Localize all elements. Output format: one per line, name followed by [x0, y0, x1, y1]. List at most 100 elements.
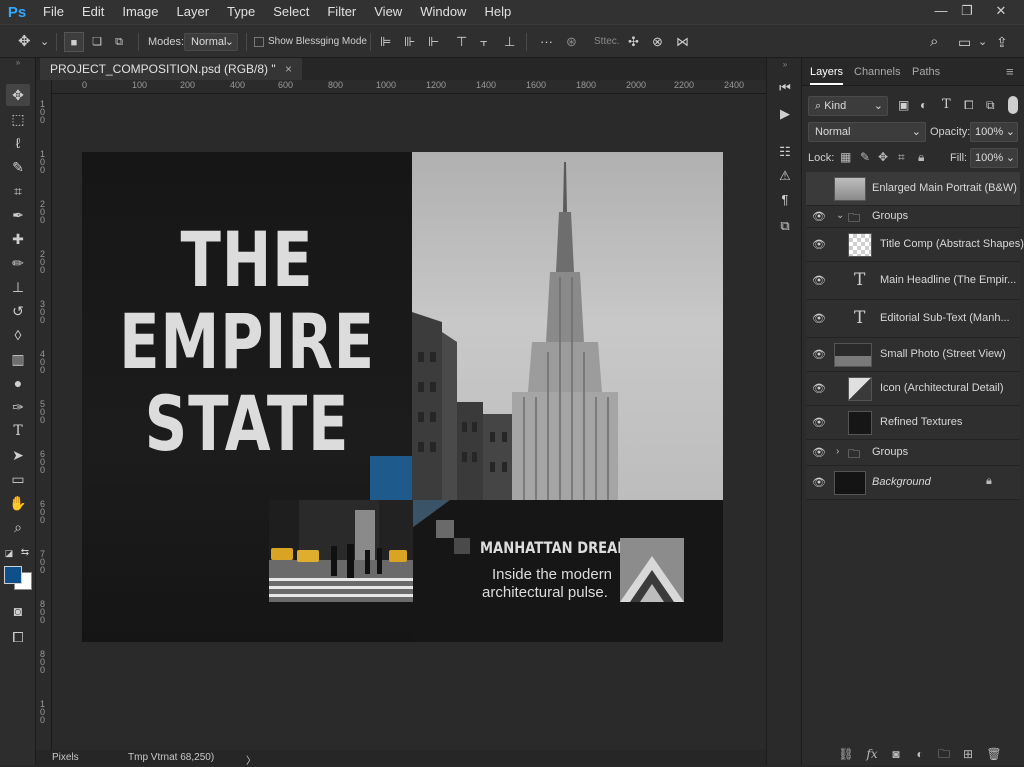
share-icon[interactable]: ⇪ — [996, 32, 1008, 52]
align-left-icon[interactable]: ⊫ — [380, 32, 391, 52]
add-selection-icon[interactable]: ❏ — [88, 32, 106, 52]
align-top-icon[interactable]: ⊤ — [456, 32, 467, 52]
adjustment-layer-icon[interactable]: ◐ — [912, 746, 928, 762]
brush-tool-icon[interactable]: ✏ — [6, 252, 30, 274]
menu-view[interactable]: View — [365, 0, 411, 24]
zoom-tool-icon[interactable]: ⌕ — [6, 516, 30, 538]
menu-help[interactable]: Help — [475, 0, 520, 24]
align-middle-icon[interactable]: ⫟ — [480, 32, 488, 52]
collapse-icon[interactable]: » — [6, 58, 30, 68]
new-selection-icon[interactable]: ■ — [64, 32, 84, 52]
filter-type-icon[interactable]: T — [942, 97, 951, 112]
eye-icon[interactable]: 👁︎ — [812, 274, 826, 288]
screen-mode-icon[interactable]: ⧠ — [6, 626, 30, 648]
menu-select[interactable]: Select — [264, 0, 318, 24]
menu-file[interactable]: File — [34, 0, 73, 24]
layer-row[interactable]: Enlarged Main Portrait (B&W) — [806, 172, 1020, 206]
layer-group-row[interactable]: 👁︎ › 🗀︎ Groups — [806, 440, 1020, 466]
filter-kind-select[interactable]: ⌕ Kind ⌄ — [808, 96, 888, 116]
lock-position-icon[interactable]: ✥ — [878, 150, 888, 164]
fill-field[interactable]: 100% ⌄ — [970, 148, 1018, 168]
move-tool-icon[interactable]: ✥ — [6, 84, 30, 106]
filter-adjustment-icon[interactable]: ◐ — [920, 98, 927, 112]
menu-filter[interactable]: Filter — [318, 0, 365, 24]
marquee-tool-icon[interactable]: ⬚ — [6, 108, 30, 130]
close-tab-icon[interactable]: × — [285, 62, 292, 76]
brush-settings-icon[interactable]: ⚠ — [775, 166, 795, 186]
history-brush-tool-icon[interactable]: ↺ — [6, 300, 30, 322]
layer-row[interactable]: 👁︎ Small Photo (Street View) — [806, 338, 1020, 372]
eye-icon[interactable]: 👁︎ — [812, 312, 826, 326]
quick-mask-icon[interactable]: ◙ — [6, 600, 30, 622]
collapse-icon[interactable]: » — [775, 60, 795, 70]
swap-colors-icon[interactable]: ⇆ — [18, 542, 32, 564]
layer-row[interactable]: 👁︎ Title Comp (Abstract Shapes) — [806, 228, 1024, 262]
pen-tool-icon[interactable]: ✑ — [6, 396, 30, 418]
menu-type[interactable]: Type — [218, 0, 264, 24]
type-tool-icon[interactable]: T — [6, 420, 30, 442]
more-options-icon[interactable]: ··· — [540, 32, 553, 52]
lasso-tool-icon[interactable]: ℓ — [6, 132, 30, 154]
healing-brush-tool-icon[interactable]: ✚ — [6, 228, 30, 250]
workspace-icon[interactable]: ▭ — [958, 32, 971, 52]
slide-3d-icon[interactable]: ⋈ — [676, 32, 689, 52]
foreground-color-swatch[interactable] — [4, 566, 22, 584]
search-icon[interactable]: ⌕ — [930, 32, 938, 52]
blending-checkbox[interactable] — [254, 37, 264, 47]
menu-image[interactable]: Image — [113, 0, 167, 24]
default-colors-icon[interactable]: ◪ — [2, 542, 16, 564]
eye-icon[interactable]: 👁︎ — [812, 382, 826, 396]
workspace-chevron-icon[interactable]: ⌄ — [978, 32, 987, 52]
chevron-down-icon[interactable]: ⌄ — [836, 210, 844, 221]
layer-row[interactable]: 👁︎ Icon (Architectural Detail) — [806, 372, 1020, 406]
eraser-tool-icon[interactable]: ◊ — [6, 324, 30, 346]
link-layers-icon[interactable]: ⛓︎ — [838, 746, 854, 762]
restore-icon[interactable]: ❐ — [952, 0, 982, 22]
tab-channels[interactable]: Channels — [854, 66, 900, 78]
close-window-icon[interactable]: ✕ — [986, 0, 1016, 22]
panel-menu-icon[interactable]: ≡ — [1006, 64, 1014, 79]
menu-window[interactable]: Window — [411, 0, 475, 24]
mode-select[interactable]: Normal ⌄ — [184, 33, 238, 51]
gradient-tool-icon[interactable]: ▥ — [6, 348, 30, 370]
path-selection-tool-icon[interactable]: ➤ — [6, 444, 30, 466]
filter-smart-object-icon[interactable]: ⧉ — [986, 98, 995, 113]
history-icon[interactable]: ⏮ — [775, 78, 795, 98]
layer-style-icon[interactable]: fx — [864, 746, 880, 762]
lock-transparent-icon[interactable]: ▦ — [840, 150, 851, 164]
hand-tool-icon[interactable]: ✋ — [6, 492, 30, 514]
layer-row[interactable]: 👁︎ Refined Textures — [806, 406, 1020, 440]
adjustments-icon[interactable]: ☷ — [775, 142, 795, 162]
layer-row[interactable]: 👁︎ Background 🔒︎ — [806, 466, 1020, 500]
menu-edit[interactable]: Edit — [73, 0, 113, 24]
add-mask-icon[interactable]: ◙ — [888, 746, 904, 762]
tab-paths[interactable]: Paths — [912, 66, 940, 78]
paragraph-icon[interactable]: ¶ — [775, 190, 795, 210]
eye-icon[interactable]: 👁︎ — [812, 348, 826, 362]
eye-icon[interactable]: 👁︎ — [812, 210, 826, 224]
eye-icon[interactable]: 👁︎ — [812, 238, 826, 252]
delete-layer-icon[interactable]: 🗑︎ — [986, 746, 1002, 762]
actions-play-icon[interactable]: ▶ — [775, 104, 795, 124]
layer-group-row[interactable]: 👁︎ ⌄ 🗀︎ Groups — [806, 206, 1020, 228]
artboard[interactable]: THE EMPIRE STATE MANHATTAN DREAMS Inside… — [82, 152, 723, 642]
dodge-tool-icon[interactable]: ● — [6, 372, 30, 394]
eye-icon[interactable]: 👁︎ — [812, 476, 826, 490]
align-right-icon[interactable]: ⊩ — [428, 32, 439, 52]
3d-mode-icon[interactable]: ⊛ — [566, 32, 577, 52]
orbit-icon[interactable]: ✣ — [628, 32, 639, 52]
clone-stamp-tool-icon[interactable]: ⊥ — [6, 276, 30, 298]
blend-mode-select[interactable]: Normal ⌄ — [808, 122, 926, 142]
subtract-selection-icon[interactable]: ⧉ — [110, 32, 128, 52]
opacity-field[interactable]: 100% ⌄ — [970, 122, 1018, 142]
align-center-icon[interactable]: ⊪ — [404, 32, 415, 52]
filter-shape-icon[interactable]: ⧠ — [964, 98, 974, 113]
tool-preset-chevron-icon[interactable]: ⌄ — [40, 32, 49, 52]
filter-toggle-icon[interactable] — [1008, 96, 1018, 114]
eyedropper-tool-icon[interactable]: ✒ — [6, 204, 30, 226]
crop-tool-icon[interactable]: ⌗ — [6, 180, 30, 202]
align-bottom-icon[interactable]: ⊥ — [504, 32, 515, 52]
move-tool-icon[interactable]: ✥ — [18, 32, 31, 52]
menu-layer[interactable]: Layer — [168, 0, 219, 24]
eye-icon[interactable]: 👁︎ — [812, 416, 826, 430]
